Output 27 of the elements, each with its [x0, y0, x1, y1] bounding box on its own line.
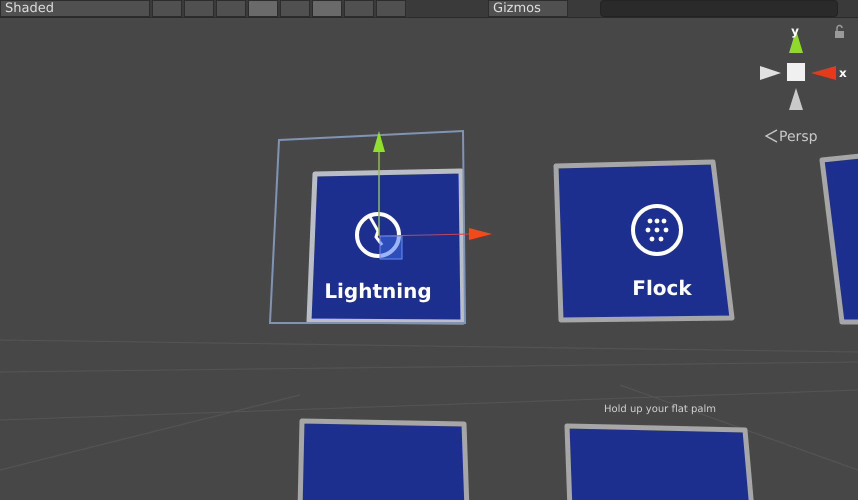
toolbar-toggle[interactable]: [248, 0, 278, 17]
toolbar-toggle[interactable]: [152, 0, 182, 17]
x-axis-label: x: [839, 66, 847, 80]
y-axis-label: y: [791, 24, 799, 38]
menu-tile[interactable]: [298, 418, 470, 500]
hint-text: Hold up your flat palm: [604, 404, 716, 415]
menu-tile[interactable]: [564, 424, 754, 500]
shading-mode-dropdown[interactable]: Shaded: [0, 0, 150, 17]
droplets-icon: [631, 204, 683, 256]
lightning-icon: [355, 212, 401, 258]
toolbar-toggle[interactable]: [280, 0, 310, 17]
move-gizmo[interactable]: [373, 131, 492, 260]
menu-tile[interactable]: [306, 168, 466, 324]
menu-tile[interactable]: [820, 152, 858, 324]
toolbar-toggle[interactable]: [344, 0, 374, 17]
tile-label: Flock: [632, 276, 692, 300]
search-field[interactable]: [600, 0, 838, 17]
menu-tile[interactable]: [554, 160, 734, 322]
tile-label: Lightning: [324, 279, 432, 303]
toolbar-toggle[interactable]: [184, 0, 214, 17]
toolbar-toggle[interactable]: [312, 0, 342, 17]
projection-toggle[interactable]: Persp: [779, 129, 818, 145]
toolbar-toggle[interactable]: [216, 0, 246, 17]
chevron-icon[interactable]: [764, 129, 778, 143]
toolbar-toggle[interactable]: [376, 0, 406, 17]
lock-icon[interactable]: [835, 24, 844, 38]
gizmos-dropdown[interactable]: Gizmos: [488, 0, 568, 17]
